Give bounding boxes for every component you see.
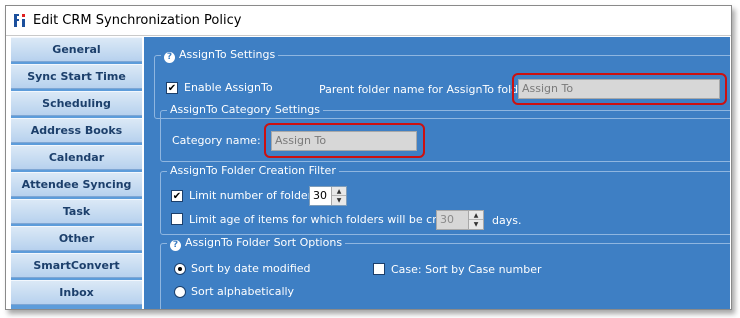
limit-age-label: Limit age of items for which folders wil… (189, 213, 472, 226)
parent-folder-input[interactable]: Assign To (518, 79, 720, 99)
limit-age-stepper[interactable]: 30 ▲ ▼ (436, 210, 484, 230)
window-title: Edit CRM Synchronization Policy (33, 13, 242, 28)
enable-assignto-checkbox[interactable]: ✔ (166, 82, 178, 94)
limit-age-value: 30 (440, 213, 454, 226)
limit-folders-checkbox[interactable]: ✔ (171, 190, 183, 202)
spin-down-icon[interactable]: ▼ (469, 220, 483, 229)
sidebar-item-attendee-syncing[interactable]: Attendee Syncing (11, 172, 142, 197)
limit-age-spin-buttons: ▲ ▼ (468, 211, 483, 229)
sort-by-date-label: Sort by date modified (191, 262, 311, 275)
sidebar-item-task[interactable]: Task (11, 199, 142, 224)
sidebar-item-general[interactable]: General (11, 37, 142, 62)
title-bar: Edit CRM Synchronization Policy (6, 6, 731, 36)
app-logo-icon (12, 12, 28, 28)
limit-age-checkbox[interactable] (171, 213, 183, 225)
sort-options-legend: ? AssignTo Folder Sort Options (167, 236, 346, 251)
limit-folders-value: 30 (313, 189, 327, 202)
case-sort-checkbox[interactable] (373, 263, 385, 275)
sidebar-item-scheduling[interactable]: Scheduling (11, 91, 142, 116)
sort-alphabetically-radio[interactable] (174, 286, 186, 298)
category-name-input[interactable]: Assign To (271, 131, 417, 151)
sort-alphabetically-label: Sort alphabetically (191, 285, 295, 298)
assignto-settings-legend: ? AssignTo Settings (161, 48, 279, 63)
category-name-label: Category name: (172, 134, 261, 147)
settings-panel: ? AssignTo Settings ✔ Enable AssignTo Par… (144, 37, 730, 309)
parent-folder-label: Parent folder name for AssignTo folders (319, 83, 536, 96)
sidebar-item-other[interactable]: Other (11, 226, 142, 251)
sort-options-title: AssignTo Folder Sort Options (185, 236, 343, 249)
folder-filter-legend: AssignTo Folder Creation Filter (167, 164, 339, 178)
spin-up-icon[interactable]: ▲ (469, 211, 483, 220)
policy-window: Edit CRM Synchronization Policy General … (5, 5, 732, 310)
limit-folders-spin-buttons: ▲ ▼ (331, 187, 346, 205)
sidebar: General Sync Start Time Scheduling Addre… (11, 37, 142, 309)
help-icon[interactable]: ? (164, 52, 175, 63)
category-settings-legend: AssignTo Category Settings (167, 103, 323, 117)
limit-folders-stepper[interactable]: 30 ▲ ▼ (309, 186, 347, 206)
spin-up-icon[interactable]: ▲ (332, 187, 346, 196)
sidebar-item-calendar[interactable]: Calendar (11, 145, 142, 170)
sidebar-item-smartconvert[interactable]: SmartConvert (11, 253, 142, 278)
enable-assignto-label: Enable AssignTo (184, 81, 273, 94)
sidebar-item-inbox[interactable]: Inbox (11, 280, 142, 305)
days-label: days. (492, 214, 522, 227)
spin-down-icon[interactable]: ▼ (332, 196, 346, 205)
case-sort-label: Case: Sort by Case number (391, 263, 542, 276)
assignto-settings-title: AssignTo Settings (179, 48, 276, 61)
sidebar-item-sync-start-time[interactable]: Sync Start Time (11, 64, 142, 89)
sort-by-date-radio[interactable] (174, 263, 186, 275)
help-icon[interactable]: ? (170, 240, 181, 251)
sidebar-item-address-books[interactable]: Address Books (11, 118, 142, 143)
limit-folders-label: Limit number of folders: (189, 189, 322, 202)
